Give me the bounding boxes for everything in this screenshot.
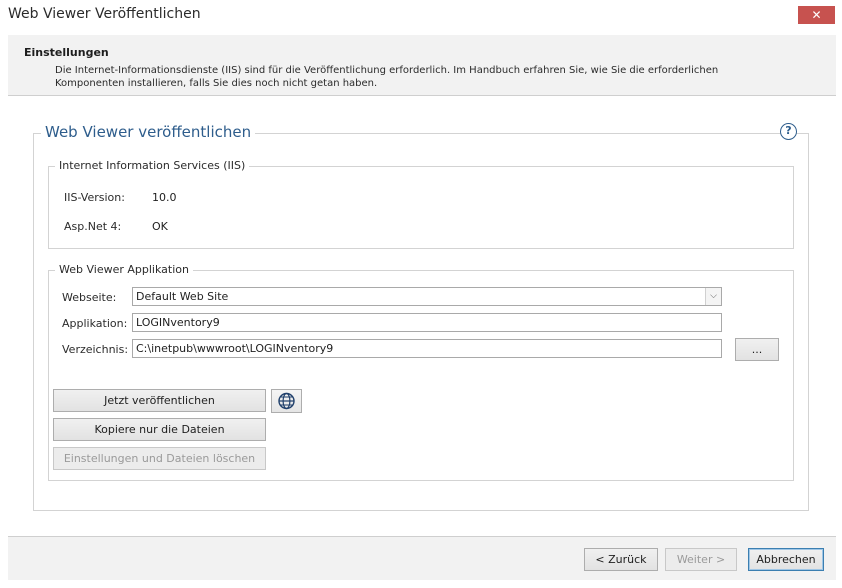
globe-icon xyxy=(278,392,295,410)
iis-group-title: Internet Information Services (IIS) xyxy=(55,159,250,172)
application-input[interactable]: LOGINventory9 xyxy=(132,313,722,332)
directory-input[interactable]: C:\inetpub\wwwroot\LOGINventory9 xyxy=(132,339,722,358)
iis-version-value: 10.0 xyxy=(152,191,177,204)
iis-version-label: IIS-Version: xyxy=(64,191,125,204)
website-dropdown-value: Default Web Site xyxy=(136,290,229,303)
next-button[interactable]: Weiter > xyxy=(665,548,737,571)
application-label: Applikation: xyxy=(62,317,128,330)
publish-group-title: Web Viewer veröffentlichen xyxy=(41,123,256,141)
app-group-title: Web Viewer Applikation xyxy=(55,263,193,276)
back-button[interactable]: < Zurück xyxy=(584,548,658,571)
website-label: Webseite: xyxy=(62,291,117,304)
copy-files-button[interactable]: Kopiere nur die Dateien xyxy=(53,418,266,441)
iis-group xyxy=(48,166,794,249)
open-browser-button[interactable] xyxy=(271,389,302,413)
help-icon[interactable]: ? xyxy=(780,123,797,140)
header-title: Einstellungen xyxy=(24,46,109,59)
close-icon: ✕ xyxy=(811,8,822,22)
publish-now-button[interactable]: Jetzt veröffentlichen xyxy=(53,389,266,412)
chevron-down-icon[interactable]: ⌵ xyxy=(705,288,721,305)
window-title: Web Viewer Veröffentlichen xyxy=(8,6,201,22)
browse-button[interactable]: ... xyxy=(735,338,779,361)
delete-settings-button[interactable]: Einstellungen und Dateien löschen xyxy=(53,447,266,470)
cancel-button[interactable]: Abbrechen xyxy=(748,548,824,571)
aspnet-label: Asp.Net 4: xyxy=(64,220,122,233)
website-dropdown[interactable]: Default Web Site ⌵ xyxy=(132,287,722,306)
close-button[interactable]: ✕ xyxy=(798,6,835,24)
header-description: Die Internet-Informationsdienste (IIS) s… xyxy=(55,65,719,89)
aspnet-value: OK xyxy=(152,220,168,233)
publish-dialog: Web Viewer Veröffentlichen ✕ Einstellung… xyxy=(0,0,842,588)
directory-label: Verzeichnis: xyxy=(62,343,129,356)
title-bar: Web Viewer Veröffentlichen ✕ xyxy=(0,0,842,30)
header-panel: Einstellungen Die Internet-Informationsd… xyxy=(8,35,836,96)
